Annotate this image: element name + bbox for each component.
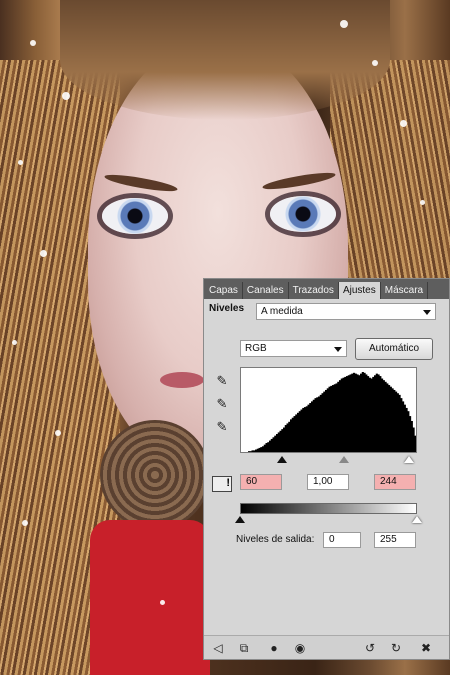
clipping-warning-icon[interactable] (212, 476, 232, 492)
histogram (240, 367, 417, 453)
snowflake (400, 120, 407, 127)
hair-top (60, 0, 390, 120)
channel-select[interactable]: RGB (240, 340, 347, 357)
snowflake (30, 40, 36, 46)
input-gamma-field[interactable]: 1,00 (307, 474, 349, 490)
gray-eyedropper-icon[interactable]: ✎ (214, 396, 230, 412)
tab-ajustes[interactable]: Ajustes (338, 282, 381, 299)
tab-canales[interactable]: Canales (243, 282, 289, 299)
trash-icon[interactable]: ✖ (418, 640, 434, 656)
black-eyedropper-icon[interactable]: ✎ (214, 373, 230, 389)
snowflake (12, 340, 17, 345)
lips (160, 372, 204, 388)
previous-state-icon[interactable]: ↺ (362, 640, 378, 656)
tab-capas[interactable]: Capas (205, 282, 243, 299)
tab-mascara[interactable]: Máscara (381, 282, 429, 299)
reset-icon[interactable]: ↻ (388, 640, 404, 656)
right-eye (270, 196, 336, 232)
snowflake (420, 200, 425, 205)
snowflake (62, 92, 70, 100)
fur-collar (100, 420, 210, 530)
red-coat (90, 520, 210, 675)
input-gamma-handle[interactable] (339, 456, 350, 463)
input-white-field[interactable]: 244 (374, 474, 416, 490)
tab-trazados[interactable]: Trazados (289, 282, 339, 299)
channel-value: RGB (245, 343, 267, 354)
mask-icon[interactable]: ● (266, 640, 282, 656)
chevron-down-icon (334, 347, 342, 352)
input-black-handle[interactable] (276, 456, 287, 463)
input-black-field[interactable]: 60 (240, 474, 282, 490)
chevron-down-icon (423, 310, 431, 315)
preset-select[interactable]: A medida (256, 303, 436, 320)
auto-button[interactable]: Automático (355, 338, 433, 360)
snowflake (18, 160, 23, 165)
panel-tab-bar: Capas Canales Trazados Ajustes Máscara (204, 279, 449, 299)
panel-bottom-toolbar: ◁ ⧉ ● ◉ ↺ ↻ ✖ (204, 635, 449, 659)
snowflake (22, 520, 28, 526)
clip-to-layer-icon[interactable]: ⧉ (236, 640, 252, 656)
output-gradient-bar (240, 503, 417, 514)
snowflake (55, 430, 61, 436)
input-levels-slider[interactable] (240, 455, 417, 465)
histogram-bar (414, 435, 416, 452)
snowflake (372, 60, 378, 66)
left-eye (102, 198, 168, 234)
white-eyedropper-icon[interactable]: ✎ (214, 419, 230, 435)
output-white-field[interactable]: 255 (374, 532, 416, 548)
back-arrow-icon[interactable]: ◁ (210, 640, 226, 656)
output-black-field[interactable]: 0 (323, 532, 361, 548)
adjustments-panel: Capas Canales Trazados Ajustes Máscara N… (203, 278, 450, 660)
preset-value: A medida (261, 306, 303, 317)
output-white-handle[interactable] (412, 516, 422, 523)
eye-icon[interactable]: ◉ (292, 640, 308, 656)
snowflake (40, 250, 47, 257)
output-black-handle[interactable] (235, 516, 245, 523)
histogram-graph (248, 372, 416, 452)
snowflake (160, 600, 165, 605)
adjustment-title: Niveles (209, 303, 245, 314)
snowflake (340, 20, 348, 28)
input-white-handle[interactable] (404, 456, 415, 463)
output-levels-slider[interactable] (235, 515, 422, 525)
output-levels-label: Niveles de salida: (236, 534, 315, 545)
